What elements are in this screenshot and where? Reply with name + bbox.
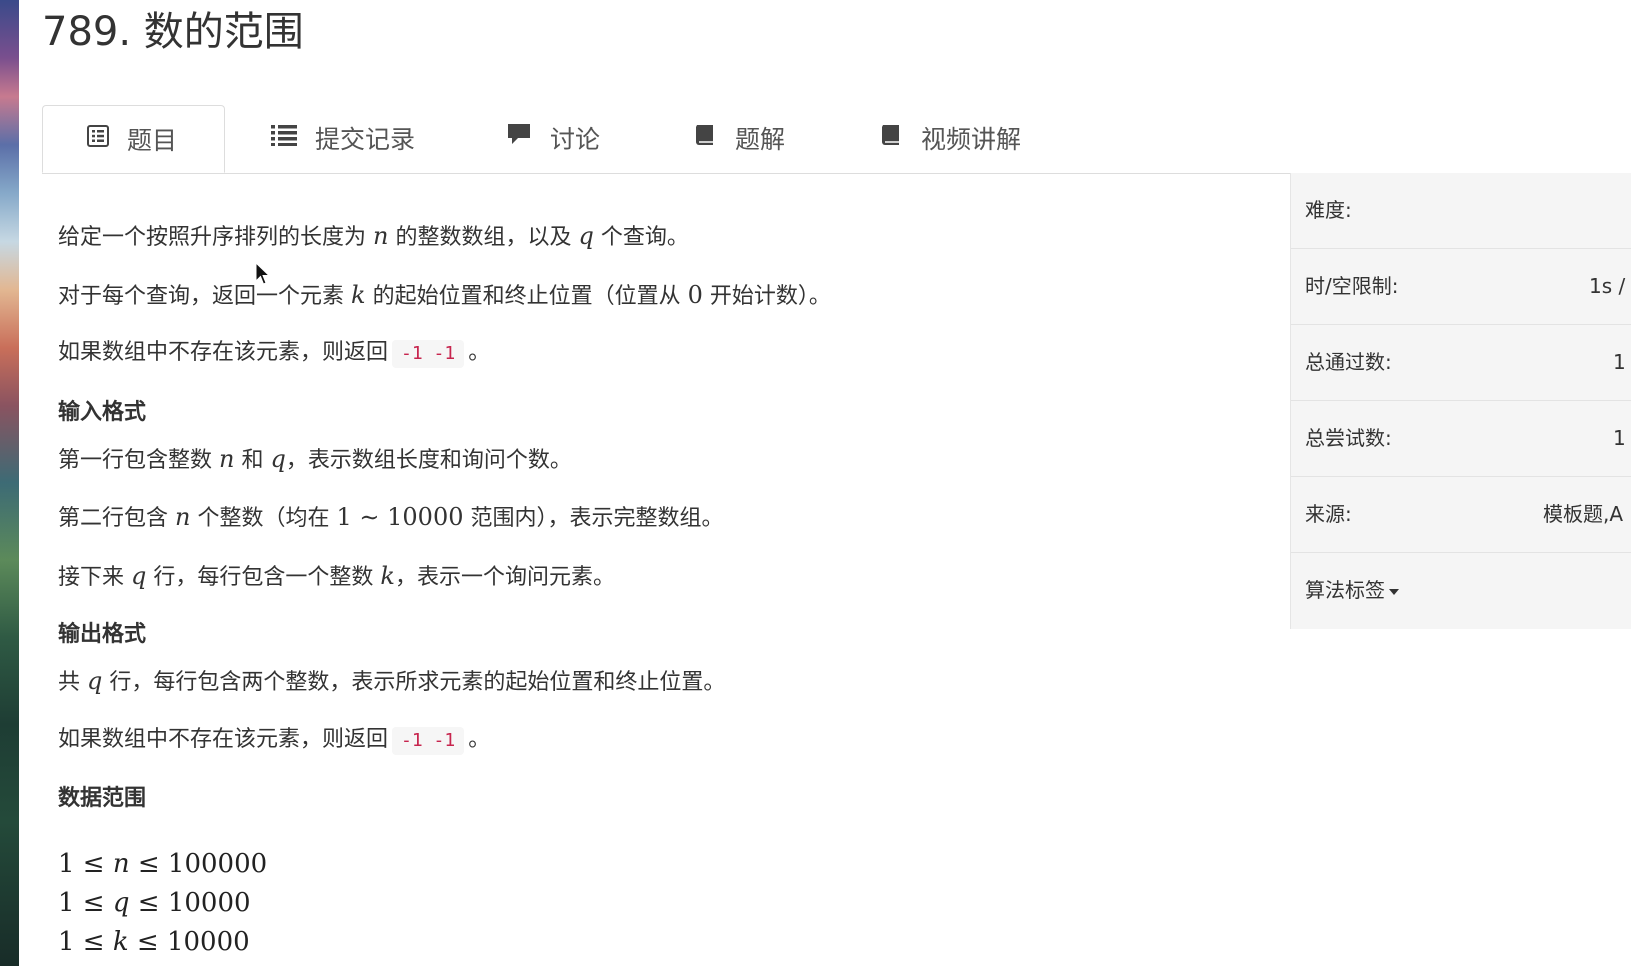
tab-solutions-label: 题解 [735,125,786,154]
page-title: 789. 数的范围 [42,9,304,55]
problem-info-panel: 难度: 时/空限制: 1s / 总通过数: 1 总尝试数: 1 来源: 模板题,… [1290,173,1631,629]
tab-problem[interactable]: 题目 [42,105,225,173]
info-row-tried: 总尝试数: 1 [1291,401,1631,477]
data-range-heading: 数据范围 [58,786,147,811]
caret-down-icon [1389,588,1399,595]
list-alt-icon [87,105,109,173]
limit-label: 时/空限制: [1305,274,1399,298]
input-paragraph-3: 接下来 q 行，每行包含一个整数 k，表示一个询问元素。 [58,562,615,590]
tab-submissions-label: 提交记录 [315,125,416,154]
book-icon [693,104,717,172]
inline-code: -1 -1 [392,727,465,755]
problem-page: 789. 数的范围 题目 提交记录 讨论 题解 视频讲解 给定一个按照升序排列的… [0,0,1631,966]
tab-submissions[interactable]: 提交记录 [271,105,415,173]
tab-bar: 题目 提交记录 讨论 题解 视频讲解 [42,105,1631,174]
range-line-n: 1 ≤ n ≤ 100000 [58,849,268,879]
passed-value: 1 [1613,350,1626,374]
math-var-n: n [219,445,235,473]
limit-value: 1s / [1589,274,1626,298]
description-paragraph-1: 给定一个按照升序排列的长度为 n 的整数数组，以及 q 个查询。 [58,222,689,250]
math-var-q: q [270,445,286,473]
tab-video-label: 视频讲解 [921,125,1022,154]
info-row-limit: 时/空限制: 1s / [1291,249,1631,325]
source-value[interactable]: 模板题,A [1543,477,1623,552]
tab-solutions[interactable]: 题解 [693,105,785,173]
math-var-k: k [380,562,395,590]
output-format-heading: 输出格式 [58,622,147,647]
math-var-q: q [131,562,147,590]
math-var-n: n [175,503,191,531]
algorithm-tags-dropdown[interactable]: 算法标签 [1305,553,1399,628]
math-var-q: q [87,667,103,695]
range-line-q: 1 ≤ q ≤ 10000 [58,888,251,918]
tried-label: 总尝试数: [1305,426,1392,450]
comment-icon [506,104,532,172]
book-icon [879,104,903,172]
info-row-passed: 总通过数: 1 [1291,325,1631,401]
math-range: 1 ∼ 10000 [336,503,464,531]
description-paragraph-2: 对于每个查询，返回一个元素 k 的起始位置和终止位置（位置从 0 开始计数）。 [58,281,831,309]
difficulty-label: 难度: [1305,198,1352,222]
input-paragraph-1: 第一行包含整数 n 和 q，表示数组长度和询问个数。 [58,445,572,473]
info-row-tags: 算法标签 [1291,553,1631,628]
passed-label: 总通过数: [1305,350,1392,374]
mouse-cursor-icon [255,261,271,290]
input-format-heading: 输入格式 [58,400,147,425]
inline-code: -1 -1 [392,340,465,368]
math-number-zero: 0 [687,281,703,309]
input-paragraph-2: 第二行包含 n 个整数（均在 1 ∼ 10000 范围内），表示完整数组。 [58,503,724,531]
algorithm-tags-label: 算法标签 [1305,578,1385,602]
tried-value: 1 [1613,426,1626,450]
tab-discussion-label: 讨论 [550,125,601,154]
tab-problem-label: 题目 [127,126,178,155]
info-row-difficulty: 难度: [1291,173,1631,249]
output-paragraph-1: 共 q 行，每行包含两个整数，表示所求元素的起始位置和终止位置。 [58,667,726,695]
list-icon [271,104,297,172]
math-var-k: k [351,281,366,309]
math-var-n: n [373,222,389,250]
info-row-source: 来源: 模板题,A [1291,477,1631,553]
source-label: 来源: [1305,502,1352,526]
tab-discussion[interactable]: 讨论 [506,105,600,173]
desktop-wallpaper-strip [0,0,19,966]
output-paragraph-2: 如果数组中不存在该元素，则返回 -1 -1。 [58,723,490,757]
range-line-k: 1 ≤ k ≤ 10000 [58,927,250,957]
tab-video[interactable]: 视频讲解 [879,105,1021,173]
math-var-q: q [578,222,594,250]
description-paragraph-3: 如果数组中不存在该元素，则返回 -1 -1。 [58,336,490,370]
